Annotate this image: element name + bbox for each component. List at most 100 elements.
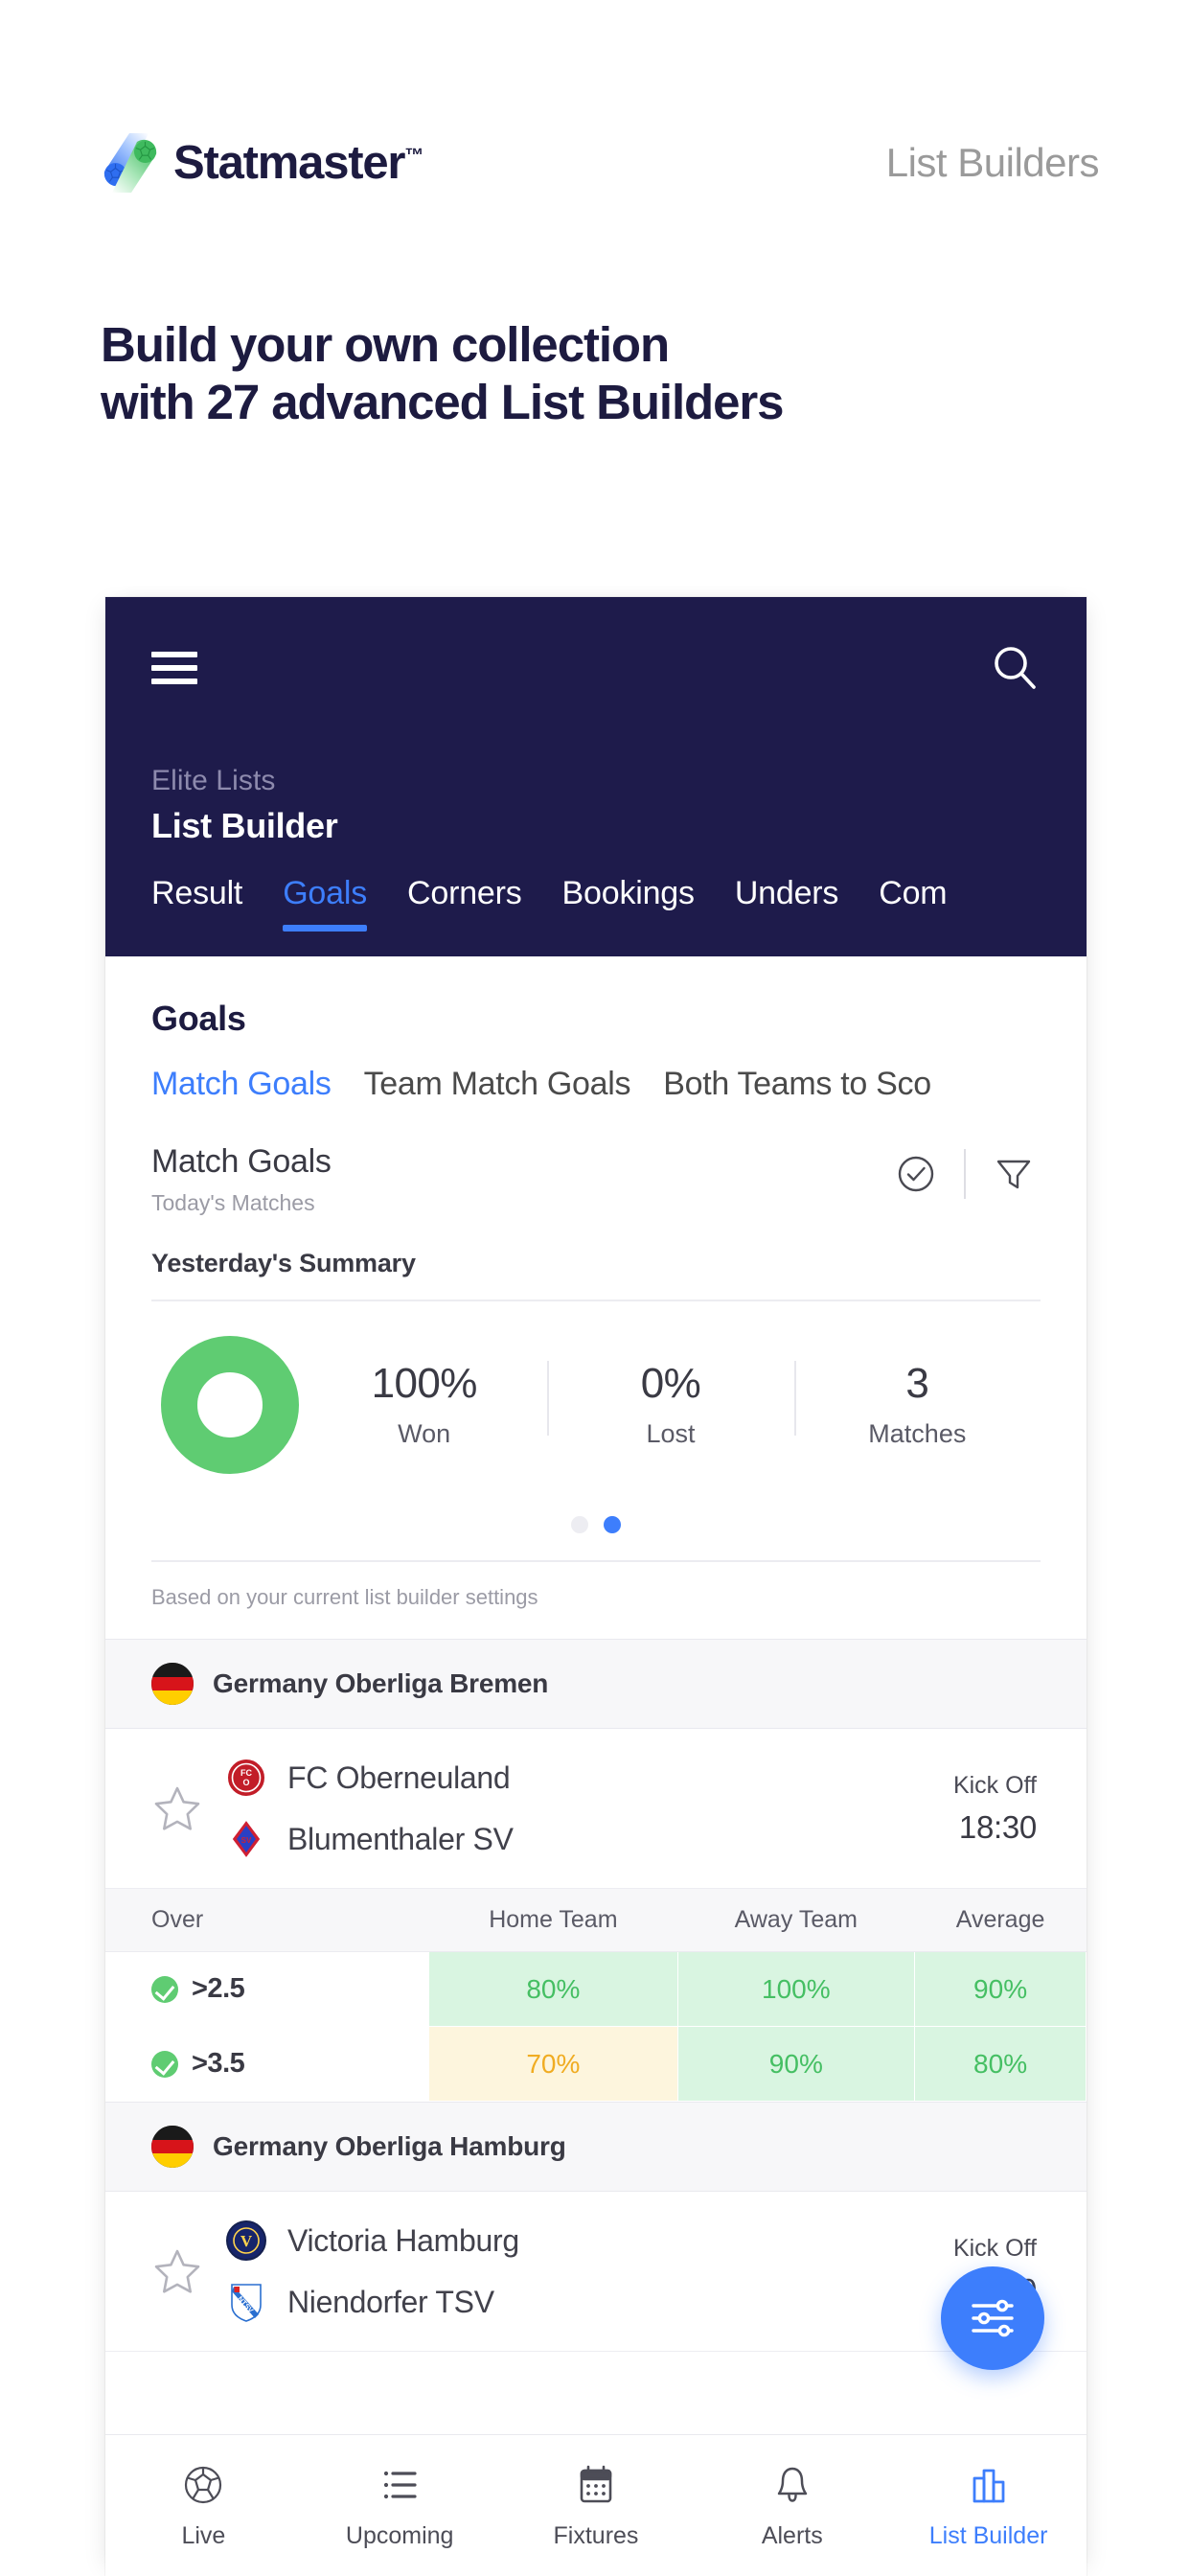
home-team: V Victoria Hamburg	[226, 2220, 953, 2262]
cell-home-pct: 80%	[428, 1951, 678, 2028]
brand-name: Statmaster™	[173, 136, 424, 189]
check-circle-icon[interactable]	[889, 1150, 943, 1198]
match-teams: FC O FC Oberneuland SV Blumenthaler SV	[226, 1758, 953, 1860]
app-title-block: Elite Lists List Builder	[151, 763, 338, 846]
stat-matches-value: 3	[905, 1360, 929, 1408]
kick-off-label: Kick Off	[952, 2234, 1037, 2262]
nav-label-fixtures: Fixtures	[553, 2522, 639, 2549]
germany-flag-icon	[151, 2126, 194, 2169]
trademark-symbol: ™	[404, 145, 424, 167]
table-row[interactable]: >3.5 70% 90% 80%	[105, 2026, 1087, 2103]
search-icon[interactable]	[989, 642, 1041, 694]
match-row[interactable]: FC O FC Oberneuland SV Blumenthaler SV K…	[105, 1729, 1087, 1890]
carousel-dots	[151, 1476, 1041, 1534]
funnel-filter-icon[interactable]	[987, 1150, 1041, 1198]
cell-average-pct: 80%	[914, 2026, 1087, 2103]
table-header-row: Over Home Team Away Team Average	[105, 1889, 1087, 1953]
league-header-bremen[interactable]: Germany Oberliga Bremen	[105, 1639, 1087, 1730]
headline-line-1: Build your own collection	[101, 317, 670, 372]
favorite-star-icon[interactable]	[151, 1782, 203, 1834]
league-name: Germany Oberliga Hamburg	[213, 2131, 566, 2162]
flag-band-gold	[151, 1690, 194, 1706]
subtab-both-teams-to-score[interactable]: Both Teams to Sco	[663, 1066, 931, 1103]
soccer-ball-icon	[181, 2461, 225, 2509]
promo-section-label: List Builders	[885, 140, 1100, 185]
list-header-actions	[889, 1143, 1041, 1199]
bar-chart-icon	[967, 2461, 1011, 2509]
app-tab-bar: Result Goals Corners Bookings Unders Com	[105, 875, 1087, 956]
victoria-hamburg-crest-icon: V	[226, 2220, 266, 2262]
col-over: Over	[105, 1889, 429, 1953]
summary-card: Yesterday's Summary 100% Won 0% Lost 3 M…	[151, 1249, 1041, 1534]
fc-oberneuland-crest-icon: FC O	[226, 1758, 266, 1799]
stat-won-label: Won	[398, 1418, 451, 1448]
col-average: Average	[914, 1889, 1087, 1953]
nav-label-list-builder: List Builder	[928, 2522, 1048, 2549]
calendar-icon	[574, 2461, 618, 2509]
tab-goals[interactable]: Goals	[283, 875, 367, 932]
statmaster-logo-icon	[101, 131, 160, 195]
league-header-hamburg[interactable]: Germany Oberliga Hamburg	[105, 2102, 1087, 2193]
stat-lost: 0% Lost	[547, 1355, 793, 1454]
app-title: List Builder	[151, 805, 338, 845]
list-heading: Match Goals	[151, 1143, 332, 1180]
home-team-name: Victoria Hamburg	[287, 2222, 519, 2258]
svg-text:O: O	[242, 1778, 249, 1787]
win-rate-donut-chart	[159, 1334, 301, 1476]
tab-bookings[interactable]: Bookings	[562, 875, 695, 932]
phone-mockup: Elite Lists List Builder Result Goals Co…	[105, 597, 1087, 2576]
nav-item-live[interactable]: Live	[105, 2461, 302, 2550]
stat-lost-label: Lost	[646, 1418, 696, 1448]
stat-lost-value: 0%	[640, 1360, 701, 1408]
summary-heading: Yesterday's Summary	[151, 1249, 1041, 1302]
subtab-match-goals[interactable]: Match Goals	[151, 1066, 332, 1103]
col-away-team: Away Team	[677, 1889, 915, 1953]
flag-band-black	[151, 2126, 194, 2140]
headline-line-2: with 27 advanced List Builders	[101, 375, 784, 430]
cell-away-pct: 90%	[676, 2026, 916, 2103]
nav-label-live: Live	[181, 2522, 226, 2549]
hamburger-menu-icon[interactable]	[151, 652, 197, 684]
action-divider	[964, 1149, 966, 1199]
cell-away-pct: 100%	[676, 1951, 916, 2028]
menu-bar-3	[151, 678, 197, 684]
over-goals-stat-table: Over Home Team Away Team Average >2.5 80…	[105, 1889, 1087, 2103]
table-head: Over Home Team Away Team Average	[105, 1889, 1087, 1953]
settings-sliders-fab[interactable]	[941, 2266, 1044, 2370]
brand-lockup: Statmaster™	[101, 123, 423, 203]
svg-text:V: V	[240, 2232, 253, 2250]
carousel-dot-1[interactable]	[571, 1516, 588, 1534]
favorite-star-icon[interactable]	[151, 2245, 203, 2297]
tab-result[interactable]: Result	[151, 875, 242, 932]
summary-body: 100% Won 0% Lost 3 Matches	[151, 1301, 1041, 1476]
table-row[interactable]: >2.5 80% 100% 90%	[105, 1951, 1087, 2028]
menu-bar-2	[151, 665, 197, 671]
stat-matches-label: Matches	[868, 1418, 967, 1448]
kick-off-label: Kick Off	[952, 1771, 1037, 1799]
nav-item-list-builder[interactable]: List Builder	[890, 2461, 1087, 2550]
over-wrap: >2.5	[151, 1973, 428, 2005]
niendorfer-tsv-crest-icon: NTSV	[226, 2282, 266, 2322]
subtab-team-match-goals[interactable]: Team Match Goals	[364, 1066, 631, 1103]
away-team-name: Niendorfer TSV	[287, 2284, 494, 2319]
nav-item-fixtures[interactable]: Fixtures	[498, 2461, 695, 2550]
brand-name-text: Statmaster	[173, 136, 405, 189]
nav-item-upcoming[interactable]: Upcoming	[302, 2461, 498, 2550]
page-root: Statmaster™ List Builders Build your own…	[0, 0, 1190, 2576]
over-threshold: >2.5	[192, 1973, 245, 2005]
tab-corners[interactable]: Corners	[407, 875, 522, 932]
cell-home-pct: 70%	[428, 2026, 678, 2103]
menu-bar-1	[151, 652, 197, 657]
tab-combos[interactable]: Com	[879, 875, 947, 932]
match-row[interactable]: V Victoria Hamburg NTSV Niendorfer TSV K…	[105, 2192, 1087, 2353]
home-team: FC O FC Oberneuland	[226, 1758, 953, 1799]
carousel-dot-2-active[interactable]	[604, 1516, 621, 1534]
away-team-name: Blumenthaler SV	[287, 1821, 514, 1856]
tab-unders[interactable]: Unders	[735, 875, 839, 932]
nav-item-alerts[interactable]: Alerts	[694, 2461, 890, 2550]
selected-check-icon	[151, 2050, 178, 2078]
page-headline: Build your own collection with 27 advanc…	[101, 316, 1097, 431]
col-home-team: Home Team	[428, 1889, 677, 1953]
over-threshold: >3.5	[192, 2048, 245, 2080]
stat-matches: 3 Matches	[793, 1355, 1041, 1454]
